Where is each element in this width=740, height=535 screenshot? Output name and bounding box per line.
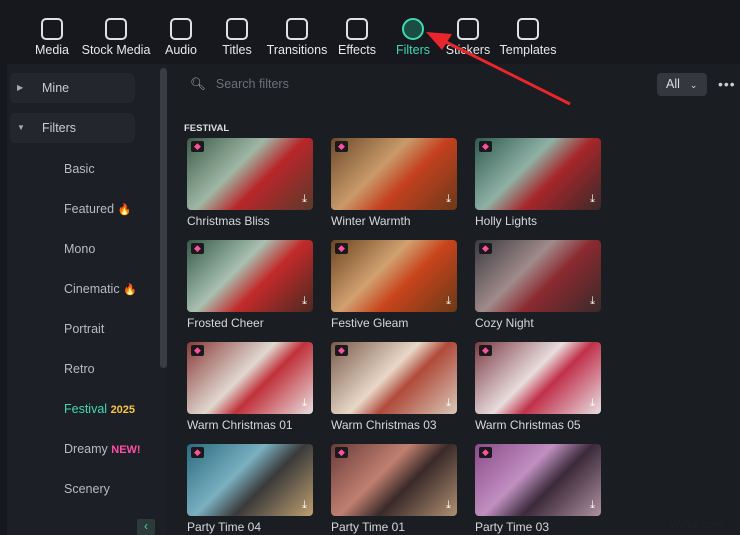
annotation-arrow <box>426 32 571 106</box>
